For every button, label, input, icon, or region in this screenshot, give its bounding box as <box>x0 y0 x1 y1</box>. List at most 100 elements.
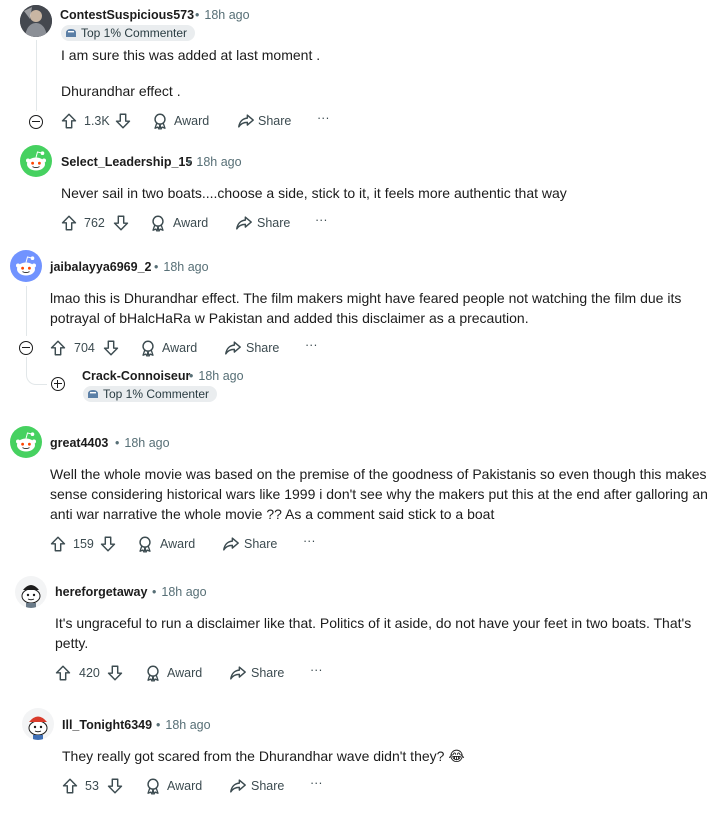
medal-icon <box>66 29 76 37</box>
downvote-icon[interactable] <box>99 534 117 554</box>
comment-author[interactable]: Crack-Connoiseur <box>82 369 190 383</box>
upvote-icon[interactable] <box>60 111 78 131</box>
comment-timestamp: • 18h ago <box>156 718 211 732</box>
upvote-icon[interactable] <box>61 776 79 796</box>
snoo-character-avatar-icon <box>21 585 41 608</box>
share-button[interactable]: Share <box>257 213 290 233</box>
avatar[interactable] <box>10 426 42 458</box>
award-icon[interactable] <box>144 776 162 796</box>
more-options-button[interactable]: ··· <box>303 531 316 551</box>
snoo-character-avatar-icon <box>28 716 48 740</box>
comment-timestamp: • 18h ago <box>187 155 242 169</box>
share-icon[interactable] <box>235 213 253 233</box>
avatar[interactable] <box>10 250 42 282</box>
avatar[interactable] <box>15 576 47 608</box>
award-button[interactable]: Award <box>173 213 208 233</box>
comment-actions: 420 Award Share ··· <box>54 663 354 683</box>
vote-count: 762 <box>84 216 105 230</box>
vote-count: 704 <box>74 341 95 355</box>
upvote-icon[interactable] <box>60 213 78 233</box>
downvote-icon[interactable] <box>112 213 130 233</box>
green-snoo-avatar-icon <box>20 145 52 177</box>
expand-thread-button[interactable] <box>51 377 65 391</box>
comment-timestamp: • 18h ago <box>195 8 250 22</box>
comment-body-line: sense considering historical wars like 1… <box>50 486 708 502</box>
vote-count: 1.3K <box>84 114 110 128</box>
avatar[interactable] <box>22 708 54 740</box>
more-options-button[interactable]: ··· <box>305 335 318 355</box>
award-button[interactable]: Award <box>162 338 197 358</box>
downvote-icon[interactable] <box>106 663 124 683</box>
comment-timestamp: • 18h ago <box>189 369 244 383</box>
comment-body-line: Dhurandhar effect . <box>61 83 181 99</box>
more-options-button[interactable]: ··· <box>317 108 330 128</box>
downvote-icon[interactable] <box>114 111 132 131</box>
medal-icon <box>88 390 98 398</box>
top-commenter-badge: Top 1% Commenter <box>61 25 196 41</box>
award-button[interactable]: Award <box>167 663 202 683</box>
thread-branch-line <box>26 364 47 385</box>
award-icon[interactable] <box>144 663 162 683</box>
comment-timestamp: • 18h ago <box>154 260 209 274</box>
collapse-thread-button[interactable] <box>29 115 43 129</box>
comment-author[interactable]: Ill_Tonight6349 <box>62 718 152 732</box>
comment-body-line: Well the whole movie was based on the pr… <box>50 466 707 482</box>
vote-count: 159 <box>73 537 94 551</box>
comment-actions: 762 Award Share ··· <box>60 213 360 233</box>
more-options-button[interactable]: ··· <box>310 660 323 680</box>
comment-author[interactable]: hereforgetaway <box>55 585 147 599</box>
blue-snoo-avatar-icon <box>10 250 42 282</box>
more-options-button[interactable]: ··· <box>315 210 328 230</box>
green-snoo-avatar-icon <box>10 426 42 458</box>
share-button[interactable]: Share <box>244 534 277 554</box>
vote-count: 420 <box>79 666 100 680</box>
downvote-icon[interactable] <box>106 776 124 796</box>
award-icon[interactable] <box>149 213 167 233</box>
share-button[interactable]: Share <box>258 111 291 131</box>
vote-count: 53 <box>85 779 99 793</box>
comment-actions: 159 Award Share ··· <box>49 534 349 554</box>
more-options-button[interactable]: ··· <box>310 773 323 793</box>
share-icon[interactable] <box>229 663 247 683</box>
collapse-thread-button[interactable] <box>19 341 33 355</box>
share-button[interactable]: Share <box>251 663 284 683</box>
thread-line[interactable] <box>26 286 27 336</box>
share-icon[interactable] <box>222 534 240 554</box>
award-icon[interactable] <box>151 111 169 131</box>
comment-body-line: petty. <box>55 635 89 651</box>
share-icon[interactable] <box>229 776 247 796</box>
upvote-icon[interactable] <box>49 534 67 554</box>
comment-actions: 704 Award Share ··· <box>49 338 349 358</box>
award-button[interactable]: Award <box>167 776 202 796</box>
user-photo-avatar-icon <box>20 5 52 37</box>
thread-line[interactable] <box>36 40 37 111</box>
comment-body-line: anti war narrative the whole movie ?? As… <box>50 506 495 522</box>
comment-body-line: potrayal of bHalcHaRa w Pakistan and add… <box>50 310 529 326</box>
comment-body-line: I am sure this was added at last moment … <box>61 47 321 63</box>
comment-author[interactable]: jaibalayya6969_2 <box>50 260 151 274</box>
comment-body-line: Never sail in two boats....choose a side… <box>61 185 567 201</box>
comment-body-line: lmao this is Dhurandhar effect. The film… <box>50 290 682 306</box>
share-button[interactable]: Share <box>246 338 279 358</box>
comment-author[interactable]: great4403 <box>50 436 108 450</box>
top-commenter-badge: Top 1% Commenter <box>83 386 218 402</box>
comment-body-line: They really got scared from the Dhurandh… <box>62 748 465 764</box>
award-icon[interactable] <box>136 534 154 554</box>
award-button[interactable]: Award <box>174 111 209 131</box>
comment-author[interactable]: ContestSuspicious573 <box>60 8 194 22</box>
avatar[interactable] <box>20 145 52 177</box>
upvote-icon[interactable] <box>54 663 72 683</box>
award-button[interactable]: Award <box>160 534 195 554</box>
avatar[interactable] <box>20 5 52 37</box>
comment-body-line: It's ungraceful to run a disclaimer like… <box>55 615 692 631</box>
share-button[interactable]: Share <box>251 776 284 796</box>
upvote-icon[interactable] <box>49 338 67 358</box>
share-icon[interactable] <box>224 338 242 358</box>
comment-author[interactable]: Select_Leadership_15 <box>61 155 192 169</box>
award-icon[interactable] <box>139 338 157 358</box>
comment-actions: 53 Award Share ··· <box>61 776 361 796</box>
comment-timestamp: • 18h ago <box>115 436 170 450</box>
share-icon[interactable] <box>237 111 255 131</box>
downvote-icon[interactable] <box>102 338 120 358</box>
comment-timestamp: • 18h ago <box>152 585 207 599</box>
